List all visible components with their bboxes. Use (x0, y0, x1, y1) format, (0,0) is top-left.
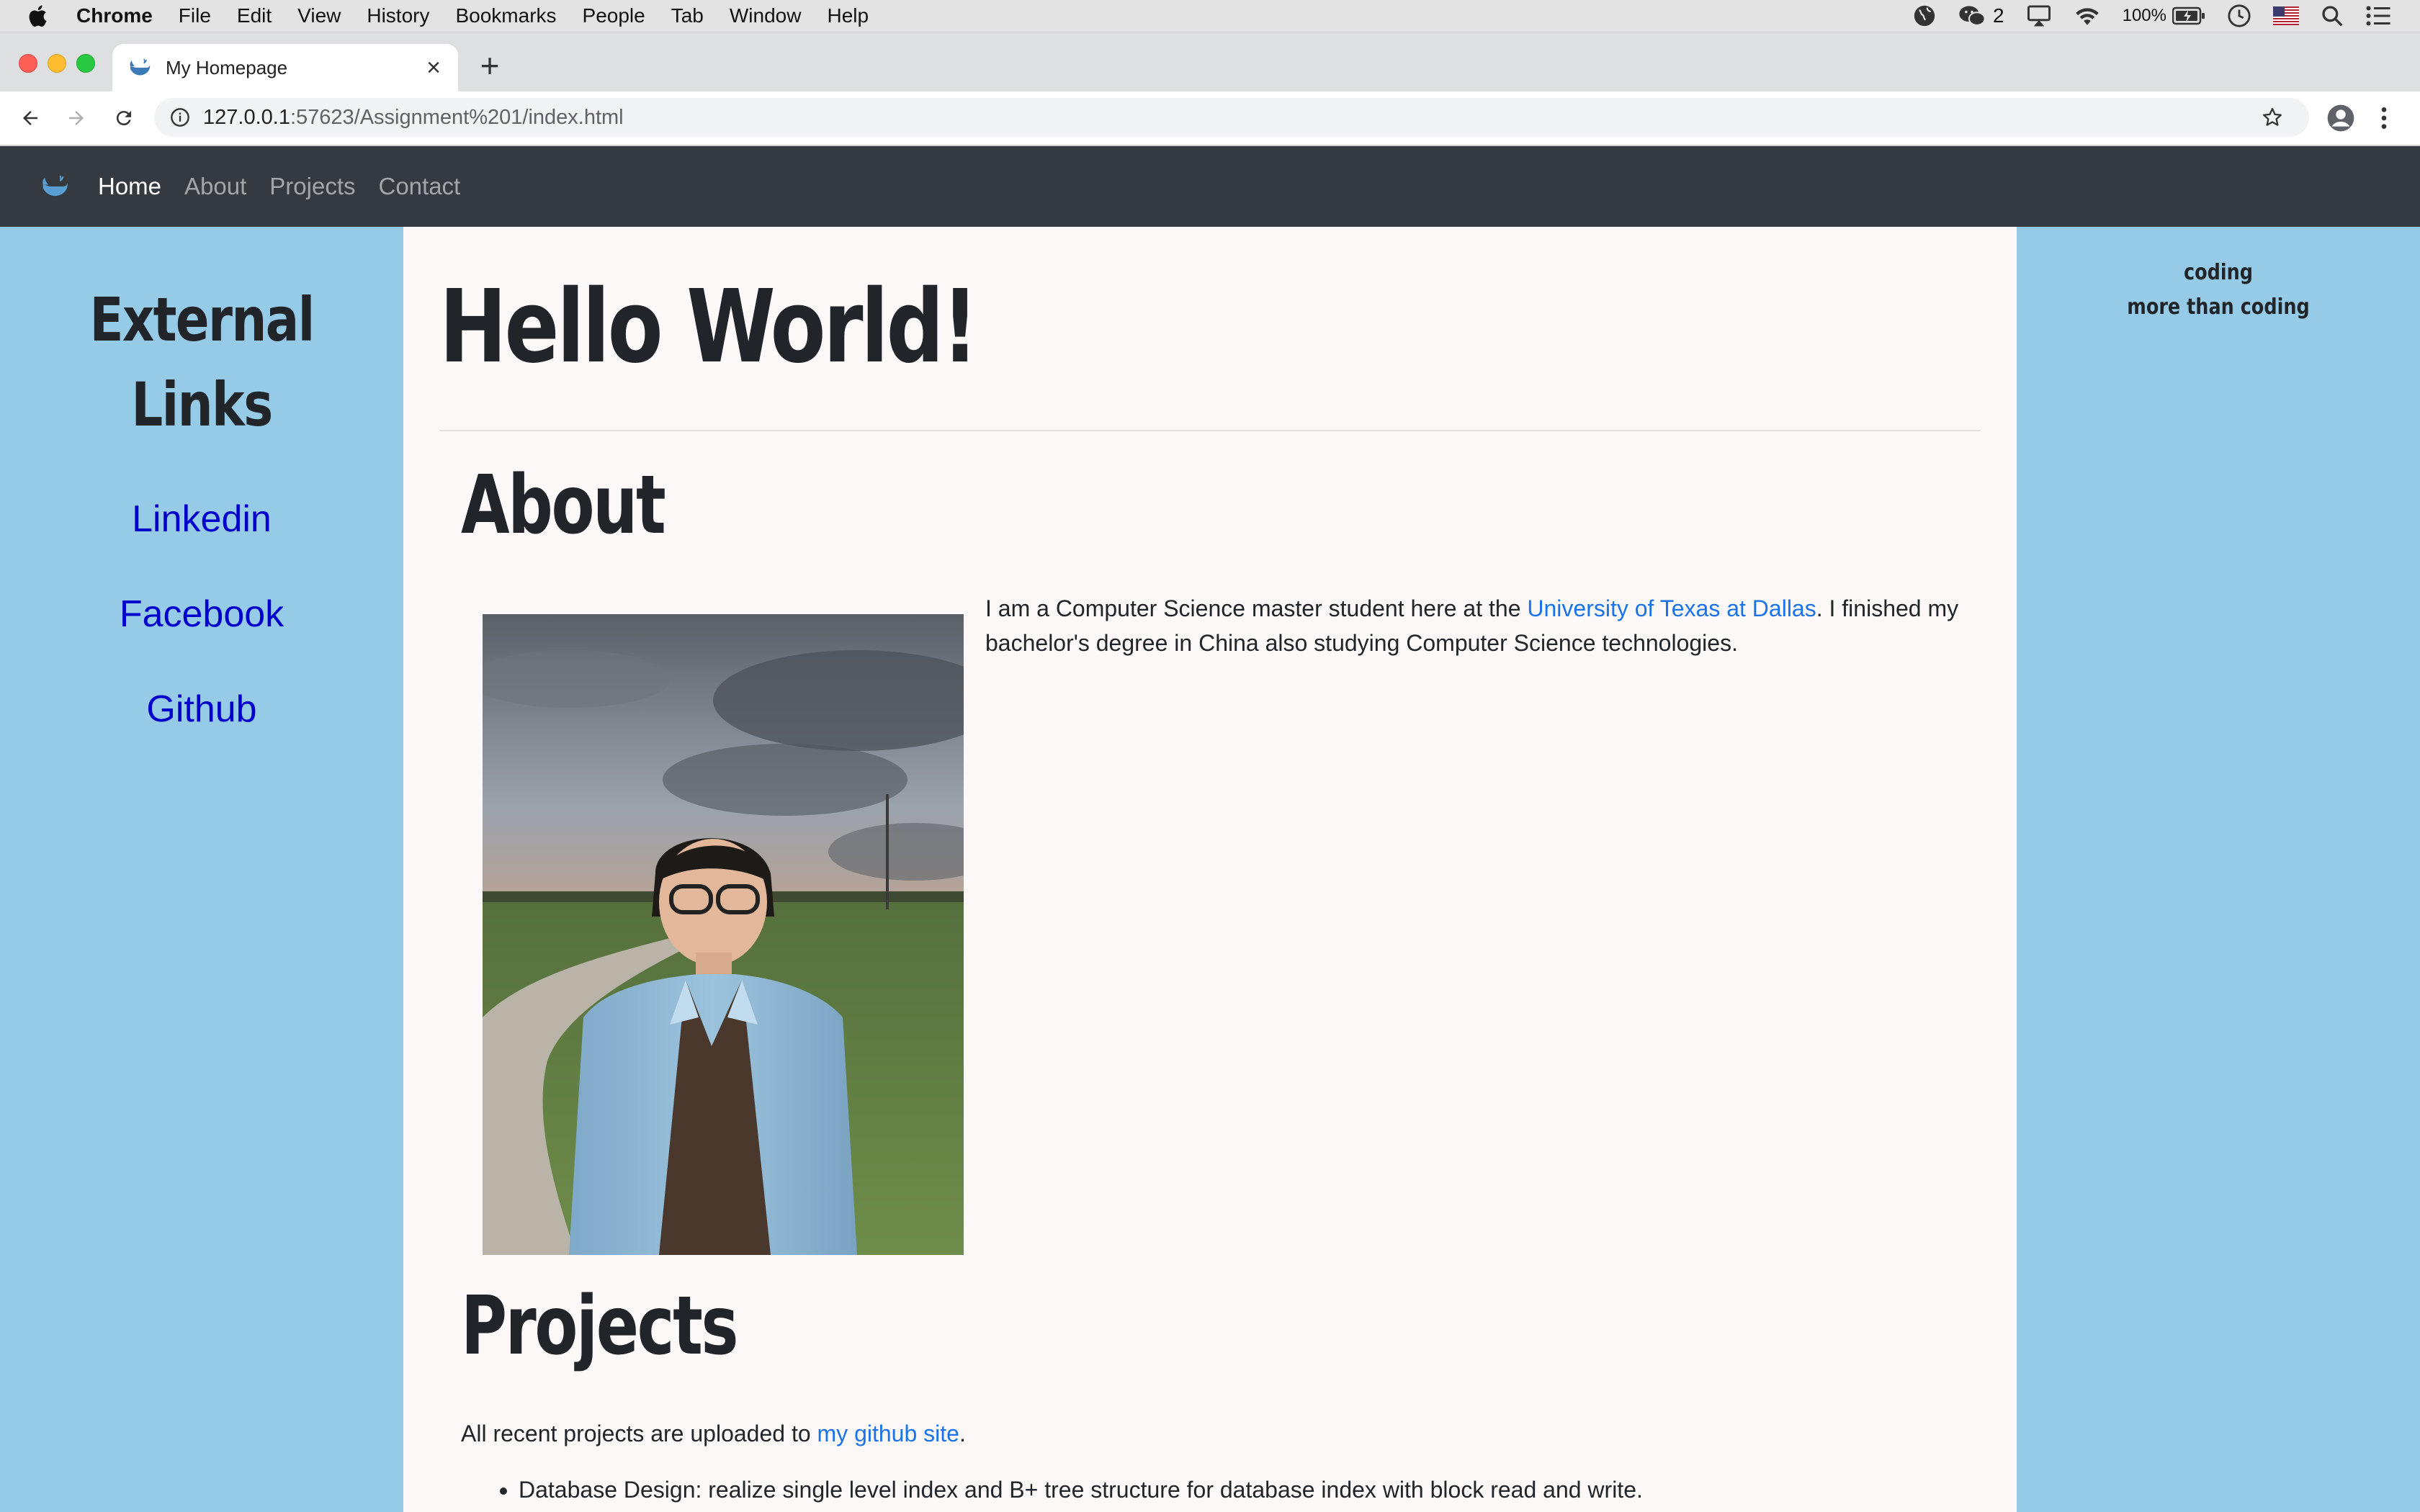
chrome-menu-icon[interactable] (2377, 104, 2391, 132)
site-info-icon[interactable] (170, 107, 190, 127)
projects-list: Database Design: realize single level in… (461, 1472, 2031, 1507)
battery-status[interactable]: 100% (2123, 6, 2205, 26)
apple-icon[interactable] (26, 3, 52, 29)
back-arrow-icon (23, 111, 37, 125)
menu-view[interactable]: View (297, 4, 341, 27)
left-sidebar: External Links Linkedin Facebook Github (0, 227, 403, 1512)
whale-brand-icon[interactable] (40, 172, 69, 201)
macos-menu-bar: Chrome File Edit View History Bookmarks … (0, 0, 2420, 32)
linkedin-link[interactable]: Linkedin (0, 498, 403, 541)
profile-photo (483, 614, 964, 1255)
profile-avatar-icon[interactable] (2326, 104, 2355, 132)
wechat-icon (1959, 6, 1986, 26)
about-section-title: About (461, 459, 666, 552)
menu-status-area: 2 100% (1912, 4, 2391, 28)
external-links-title: External Links (36, 277, 367, 447)
tab-close-icon[interactable]: × (422, 54, 445, 81)
heading-divider (439, 430, 1981, 431)
menu-file[interactable]: File (179, 4, 211, 27)
projects-paragraph: All recent projects are uploaded to my g… (461, 1416, 966, 1451)
us-flag-icon[interactable] (2273, 6, 2299, 25)
main-content: Hello World! About I am a Computer Scien… (403, 227, 2017, 1512)
window-minimize-button[interactable] (48, 54, 66, 73)
menu-edit[interactable]: Edit (237, 4, 272, 27)
menu-tab[interactable]: Tab (671, 4, 704, 27)
airplay-icon[interactable] (2026, 4, 2052, 27)
menu-window[interactable]: Window (730, 4, 802, 27)
tagline-line2: more than coding (2127, 294, 2310, 320)
menu-bookmarks[interactable]: Bookmarks (455, 4, 556, 27)
tagline: coding more than coding (2047, 256, 2390, 325)
nav-contact[interactable]: Contact (379, 173, 461, 200)
spotlight-search-icon[interactable] (2321, 4, 2344, 27)
url-host: 127.0.0.1 (203, 105, 290, 129)
wechat-status[interactable]: 2 (1958, 4, 2004, 28)
projects-text-before: All recent projects are uploaded to (461, 1421, 817, 1446)
forward-arrow-icon (69, 111, 84, 125)
tagline-line1: coding (2183, 260, 2254, 285)
browser-tab-active[interactable]: My Homepage × (112, 44, 458, 91)
nav-projects[interactable]: Projects (269, 173, 355, 200)
nav-about[interactable]: About (184, 173, 246, 200)
menu-history[interactable]: History (367, 4, 429, 27)
browser-toolbar: 127.0.0.1:57623/Assignment%201/index.htm… (0, 91, 2420, 146)
wechat-count: 2 (1993, 4, 2004, 27)
window-zoom-button[interactable] (76, 54, 95, 73)
reload-icon (116, 111, 131, 126)
whale-favicon-icon (130, 58, 151, 76)
external-links-title-line2: Links (131, 369, 273, 440)
window-close-button[interactable] (19, 54, 37, 73)
nav-home[interactable]: Home (98, 173, 161, 200)
external-links-title-line1: External (89, 284, 315, 355)
projects-section-title: Projects (461, 1279, 738, 1373)
utd-link[interactable]: University of Texas at Dallas (1527, 595, 1816, 621)
github-link[interactable]: Github (0, 688, 403, 731)
back-button[interactable] (16, 104, 45, 132)
menu-app-chrome[interactable]: Chrome (76, 4, 153, 27)
page-heading: Hello World! (439, 269, 979, 386)
new-tab-button[interactable]: + (475, 49, 504, 82)
github-site-link[interactable]: my github site (817, 1421, 959, 1446)
projects-text-after: . (959, 1421, 966, 1446)
globe-icon[interactable] (1912, 4, 1937, 28)
clock-icon[interactable] (2227, 4, 2251, 28)
site-navbar: Home About Projects Contact (0, 146, 2420, 227)
about-paragraph: I am a Computer Science master student h… (985, 591, 1986, 660)
forward-button[interactable] (62, 104, 91, 132)
wifi-icon[interactable] (2074, 5, 2101, 27)
tab-strip: My Homepage × + (0, 32, 2420, 91)
tab-title: My Homepage (166, 56, 288, 78)
reload-button[interactable] (109, 104, 138, 132)
bookmark-star-icon[interactable] (2262, 107, 2283, 128)
facebook-link[interactable]: Facebook (0, 593, 403, 636)
battery-icon (2172, 6, 2205, 25)
menu-help[interactable]: Help (827, 4, 869, 27)
url-path: :57623/Assignment%201/index.html (290, 105, 624, 129)
list-item: Database Design: realize single level in… (519, 1472, 2031, 1507)
right-sidebar: coding more than coding (2017, 227, 2420, 1512)
about-text-before: I am a Computer Science master student h… (985, 595, 1528, 621)
menu-people[interactable]: People (583, 4, 645, 27)
battery-percent: 100% (2122, 6, 2166, 25)
notification-center-icon[interactable] (2365, 5, 2391, 27)
address-bar[interactable]: 127.0.0.1:57623/Assignment%201/index.htm… (154, 98, 2309, 137)
